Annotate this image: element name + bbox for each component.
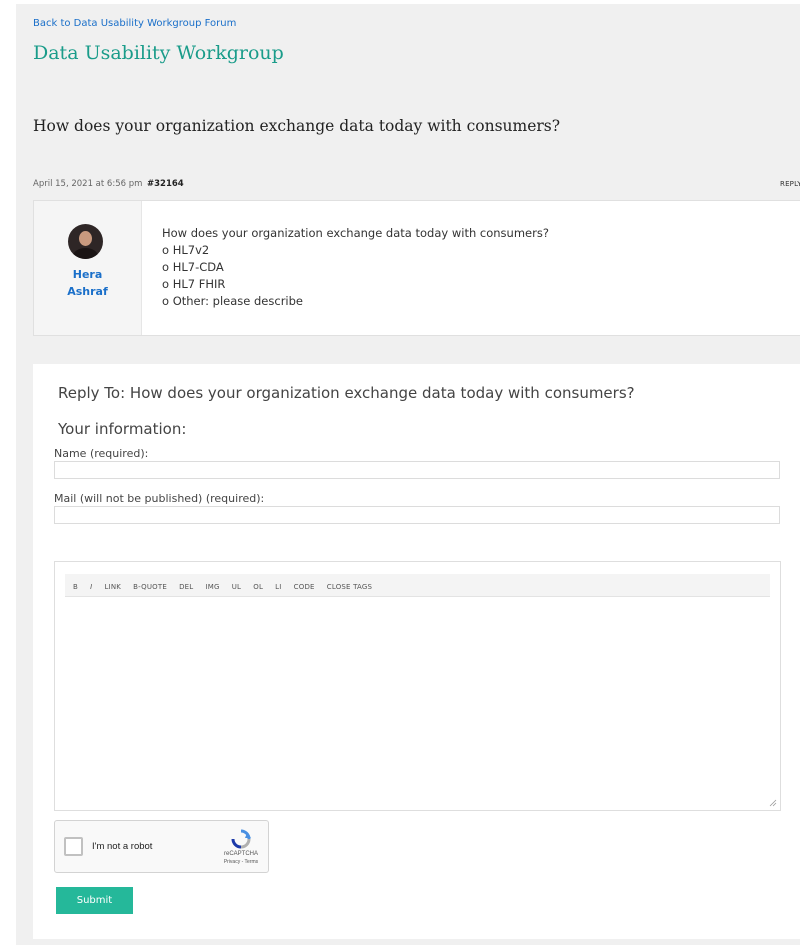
- post-permalink[interactable]: #32164: [147, 179, 184, 189]
- email-field[interactable]: [54, 506, 780, 524]
- toolbar-ol-button[interactable]: OL: [253, 576, 263, 598]
- name-field[interactable]: [54, 461, 780, 479]
- recaptcha-logo-icon: [231, 829, 251, 849]
- editor-toolbar: B I LINK B-QUOTE DEL IMG UL OL LI CODE C…: [65, 574, 770, 597]
- reply-heading: Reply To: How does your organization exc…: [58, 384, 635, 402]
- post-line: o Other: please describe: [162, 294, 303, 308]
- mail-label: Mail (will not be published) (required):: [54, 492, 265, 505]
- post-card: Hera Ashraf How does your organization e…: [33, 200, 800, 336]
- reply-form: Reply To: How does your organization exc…: [33, 364, 800, 939]
- post-date: April 15, 2021 at 6:56 pm: [33, 179, 143, 189]
- topic-title: How does your organization exchange data…: [33, 117, 561, 135]
- post-content: How does your organization exchange data…: [162, 225, 549, 310]
- recaptcha-label: I'm not a robot: [92, 841, 153, 852]
- toolbar-li-button[interactable]: LI: [275, 576, 281, 598]
- toolbar-ul-button[interactable]: UL: [232, 576, 241, 598]
- resize-handle-icon[interactable]: [769, 799, 777, 807]
- post-line: How does your organization exchange data…: [162, 226, 549, 240]
- author-first-name: Hera: [72, 268, 103, 281]
- post-author-panel: Hera Ashraf: [34, 201, 142, 335]
- author-name-link[interactable]: Hera Ashraf: [34, 266, 141, 300]
- toolbar-link-button[interactable]: LINK: [104, 576, 121, 598]
- message-editor[interactable]: B I LINK B-QUOTE DEL IMG UL OL LI CODE C…: [54, 561, 781, 811]
- recaptcha-widget: I'm not a robot reCAPTCHA Privacy - Term…: [54, 820, 269, 873]
- reply-link[interactable]: REPLY: [780, 180, 800, 188]
- submit-button[interactable]: Submit: [56, 887, 133, 914]
- toolbar-italic-button[interactable]: I: [90, 576, 92, 598]
- toolbar-blockquote-button[interactable]: B-QUOTE: [133, 576, 167, 598]
- forum-title: Data Usability Workgroup: [33, 42, 284, 64]
- post-line: o HL7v2: [162, 243, 210, 257]
- post-line: o HL7-CDA: [162, 260, 224, 274]
- your-information-heading: Your information:: [58, 420, 187, 438]
- toolbar-bold-button[interactable]: B: [73, 576, 78, 598]
- back-to-forum-link[interactable]: Back to Data Usability Workgroup Forum: [33, 18, 236, 29]
- toolbar-del-button[interactable]: DEL: [179, 576, 193, 598]
- recaptcha-brand: reCAPTCHA: [223, 851, 258, 857]
- recaptcha-checkbox[interactable]: [64, 837, 83, 856]
- toolbar-close-tags-button[interactable]: CLOSE TAGS: [327, 576, 372, 598]
- author-last-name: Ashraf: [67, 285, 108, 298]
- avatar[interactable]: [68, 224, 103, 259]
- avatar-face: [79, 231, 92, 246]
- recaptcha-privacy-terms-link[interactable]: Privacy - Terms: [218, 859, 264, 865]
- avatar-shoulders: [73, 248, 98, 259]
- toolbar-img-button[interactable]: IMG: [206, 576, 220, 598]
- toolbar-code-button[interactable]: CODE: [294, 576, 315, 598]
- name-label: Name (required):: [54, 447, 149, 460]
- post-line: o HL7 FHIR: [162, 277, 226, 291]
